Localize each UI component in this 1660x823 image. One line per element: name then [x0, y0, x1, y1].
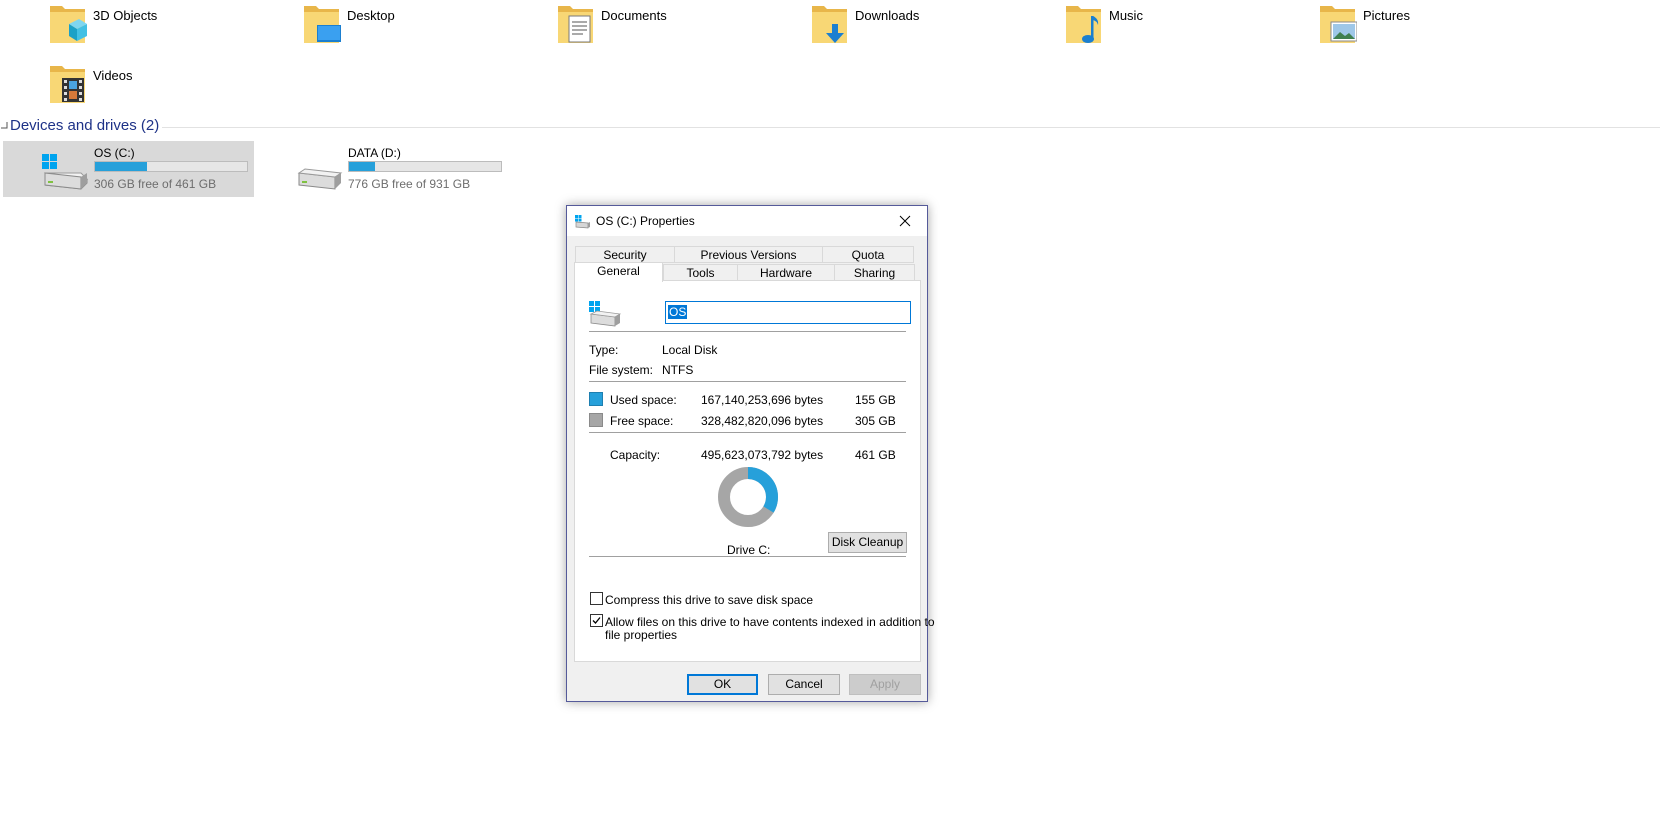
apply-button[interactable]: Apply — [849, 674, 921, 695]
capacity-bytes: 495,623,073,792 bytes — [701, 448, 824, 462]
section-title: Devices and drives (2) — [10, 117, 160, 134]
tabs-row-bottom: General Tools Hardware Sharing — [574, 262, 917, 282]
pictures-icon — [1320, 6, 1357, 43]
index-label-line1: Allow files on this drive to have conten… — [605, 615, 935, 629]
close-icon[interactable] — [883, 206, 927, 236]
3d-objects-icon — [50, 6, 87, 43]
drive-os-c[interactable]: OS (C:) 306 GB free of 461 GB — [3, 141, 254, 197]
music-icon — [1066, 6, 1101, 43]
folder-label: Downloads — [855, 8, 920, 23]
type-label: Type: — [589, 343, 619, 357]
capacity-gb: 461 GB — [855, 448, 896, 462]
free-space-label: Free space: — [610, 414, 674, 428]
free-space-bytes: 328,482,820,096 bytes — [701, 414, 824, 428]
drive-free-text: 776 GB free of 931 GB — [348, 177, 471, 191]
drive-free-text: 306 GB free of 461 GB — [94, 177, 217, 191]
general-panel: OS Type: Local Disk File system: NTFS Us… — [574, 280, 935, 662]
drive-label: Drive C: — [727, 543, 771, 557]
desktop-icon — [304, 6, 341, 43]
chevron-down-icon — [1, 122, 8, 129]
tab-general[interactable]: General — [574, 262, 663, 282]
drive-usage-fill — [95, 162, 147, 171]
used-space-label: Used space: — [610, 393, 677, 407]
dialog-title: OS (C:) Properties — [596, 214, 695, 228]
folder-label: Documents — [601, 8, 667, 23]
tab-sharing[interactable]: Sharing — [834, 264, 915, 281]
free-space-swatch — [589, 413, 603, 427]
section-divider — [162, 127, 1660, 128]
tab-tools[interactable]: Tools — [663, 264, 738, 281]
videos-icon — [50, 66, 85, 103]
folder-label: Music — [1109, 8, 1143, 23]
free-space-gb: 305 GB — [855, 414, 896, 428]
used-space-gb: 155 GB — [855, 393, 896, 407]
documents-icon — [558, 6, 593, 43]
capacity-label: Capacity: — [610, 448, 661, 462]
file-system-value: NTFS — [662, 363, 694, 377]
type-value: Local Disk — [662, 343, 718, 357]
tabs-row-top: Security Previous Versions Quota — [575, 246, 917, 263]
folder-label: Videos — [93, 68, 133, 83]
divider — [589, 556, 906, 558]
drive-name-input[interactable]: OS — [665, 301, 911, 324]
index-checkbox[interactable] — [590, 614, 603, 627]
tab-quota[interactable]: Quota — [822, 246, 914, 263]
downloads-icon — [812, 6, 847, 43]
folder-label: 3D Objects — [93, 8, 158, 23]
compress-checkbox[interactable] — [590, 592, 603, 605]
drive-name-value: OS — [668, 305, 688, 319]
properties-dialog: OS (C:) Properties Security Previous Ver… — [566, 205, 935, 702]
ok-button[interactable]: OK — [687, 674, 758, 695]
folder-label: Pictures — [1363, 8, 1410, 23]
dialog-titlebar[interactable]: OS (C:) Properties — [567, 206, 927, 236]
disk-cleanup-button[interactable]: Disk Cleanup — [828, 532, 907, 553]
folder-label: Desktop — [347, 8, 395, 23]
drive-usage-bar — [94, 161, 248, 172]
check-icon — [592, 617, 601, 624]
tab-security[interactable]: Security — [575, 246, 675, 263]
drive-name: OS (C:) — [94, 146, 135, 160]
drive-icon — [589, 301, 621, 327]
devices-section-header[interactable]: Devices and drives (2) — [0, 117, 1660, 137]
drive-usage-bar — [348, 161, 502, 172]
tab-previous-versions[interactable]: Previous Versions — [674, 246, 823, 263]
divider — [589, 331, 906, 333]
drive-icon — [575, 215, 590, 229]
file-system-label: File system: — [589, 363, 654, 377]
index-label-line2: file properties — [605, 628, 678, 642]
windows-drive-icon — [42, 154, 89, 190]
drive-icon — [297, 168, 343, 190]
usage-donut-chart — [718, 467, 778, 527]
cancel-button[interactable]: Cancel — [768, 674, 840, 695]
drive-data-d[interactable]: DATA (D:) 776 GB free of 931 GB — [257, 141, 508, 197]
drive-name: DATA (D:) — [348, 146, 401, 160]
used-space-bytes: 167,140,253,696 bytes — [701, 393, 824, 407]
divider — [589, 381, 906, 383]
divider — [589, 432, 906, 434]
compress-label: Compress this drive to save disk space — [605, 593, 814, 607]
tab-hardware[interactable]: Hardware — [737, 264, 835, 281]
used-space-swatch — [589, 392, 603, 406]
drive-usage-fill — [349, 162, 375, 171]
